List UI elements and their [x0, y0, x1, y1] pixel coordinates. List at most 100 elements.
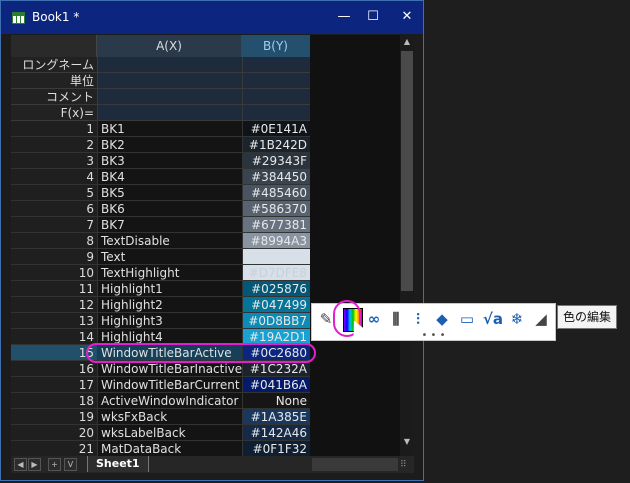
meta-cell[interactable]: [242, 73, 310, 89]
vertical-scrollbar[interactable]: ▲ ▼: [400, 35, 414, 456]
name-cell[interactable]: MatDataBack: [97, 441, 242, 456]
add-sheet-button[interactable]: +: [48, 458, 61, 471]
color-cell[interactable]: #D7DFE8: [242, 265, 310, 281]
row-number[interactable]: 15: [11, 345, 97, 361]
workbook-window: Book1 * — ☐ ✕ A(X) B(Y) ロングネーム 単位 コメント F…: [0, 0, 424, 481]
row-number[interactable]: 21: [11, 441, 97, 456]
sheet-list-button[interactable]: V: [64, 458, 77, 471]
color-cell[interactable]: #1B242D: [242, 137, 310, 153]
row-number[interactable]: 10: [11, 265, 97, 281]
color-cell[interactable]: #0E141A: [242, 121, 310, 137]
meta-row-header[interactable]: F(x)=: [11, 105, 97, 121]
color-cell[interactable]: [242, 249, 310, 265]
row-number[interactable]: 16: [11, 361, 97, 377]
row-number[interactable]: 18: [11, 393, 97, 409]
name-cell[interactable]: WindowTitleBarInactive: [97, 361, 242, 377]
name-cell[interactable]: BK4: [97, 169, 242, 185]
title-bar[interactable]: Book1 * — ☐ ✕: [1, 1, 423, 34]
table-row: 4 BK4 #384450: [11, 169, 310, 185]
freeze-icon[interactable]: ❄: [508, 309, 526, 329]
fill-icon[interactable]: ◢: [532, 309, 550, 329]
meta-row-header[interactable]: コメント: [11, 89, 97, 105]
color-cell[interactable]: #142A46: [242, 425, 310, 441]
row-number[interactable]: 20: [11, 425, 97, 441]
row-number[interactable]: 2: [11, 137, 97, 153]
row-number[interactable]: 17: [11, 377, 97, 393]
tab-sheet1[interactable]: Sheet1: [87, 456, 149, 472]
color-cell[interactable]: #0F1F32: [242, 441, 310, 456]
name-cell[interactable]: Text: [97, 249, 242, 265]
meta-row-header[interactable]: ロングネーム: [11, 57, 97, 73]
formula-icon[interactable]: √a: [482, 309, 504, 329]
chart-data-icon[interactable]: ⫶: [409, 309, 427, 329]
corner-header[interactable]: [11, 35, 97, 57]
row-number[interactable]: 5: [11, 185, 97, 201]
row-number[interactable]: 11: [11, 281, 97, 297]
column-icon[interactable]: ⫼: [387, 309, 405, 329]
name-cell[interactable]: BK2: [97, 137, 242, 153]
horizontal-scrollbar[interactable]: [312, 458, 398, 471]
meta-cell[interactable]: [242, 57, 310, 73]
meta-cell[interactable]: [242, 89, 310, 105]
name-cell[interactable]: BK5: [97, 185, 242, 201]
name-cell[interactable]: BK7: [97, 217, 242, 233]
row-number[interactable]: 7: [11, 217, 97, 233]
color-cell[interactable]: #677381: [242, 217, 310, 233]
prev-sheet-button[interactable]: ◀: [14, 458, 27, 471]
name-cell[interactable]: TextHighlight: [97, 265, 242, 281]
color-cell[interactable]: None: [242, 393, 310, 409]
color-cell[interactable]: #384450: [242, 169, 310, 185]
color-cell[interactable]: #047499: [242, 297, 310, 313]
meta-cell[interactable]: [242, 105, 310, 121]
name-cell[interactable]: BK6: [97, 201, 242, 217]
tag-icon[interactable]: ◆: [433, 309, 451, 329]
resize-grip-icon[interactable]: ⠿: [400, 460, 412, 472]
column-b-header[interactable]: B(Y): [242, 35, 310, 57]
name-cell[interactable]: Highlight3: [97, 313, 242, 329]
row-number[interactable]: 13: [11, 313, 97, 329]
row-number[interactable]: 3: [11, 153, 97, 169]
scroll-thumb[interactable]: [401, 51, 413, 291]
name-cell[interactable]: Highlight1: [97, 281, 242, 297]
column-a-header[interactable]: A(X): [97, 35, 242, 57]
link-icon[interactable]: ∞: [365, 309, 383, 329]
name-cell[interactable]: wksFxBack: [97, 409, 242, 425]
color-cell[interactable]: #1A385E: [242, 409, 310, 425]
color-cell[interactable]: #29343F: [242, 153, 310, 169]
maximize-button[interactable]: ☐: [360, 7, 386, 27]
row-number[interactable]: 8: [11, 233, 97, 249]
name-cell[interactable]: ActiveWindowIndicator: [97, 393, 242, 409]
name-cell[interactable]: TextDisable: [97, 233, 242, 249]
row-number[interactable]: 1: [11, 121, 97, 137]
color-cell[interactable]: #485460: [242, 185, 310, 201]
meta-cell[interactable]: [97, 73, 242, 89]
close-button[interactable]: ✕: [394, 7, 420, 27]
meta-row-header[interactable]: 単位: [11, 73, 97, 89]
row-number[interactable]: 4: [11, 169, 97, 185]
color-cell[interactable]: #1C232A: [242, 361, 310, 377]
color-cell[interactable]: #041B6A: [242, 377, 310, 393]
name-cell[interactable]: BK1: [97, 121, 242, 137]
row-number[interactable]: 19: [11, 409, 97, 425]
name-cell[interactable]: Highlight2: [97, 297, 242, 313]
name-cell[interactable]: wksLabelBack: [97, 425, 242, 441]
worksheet-grid[interactable]: A(X) B(Y) ロングネーム 単位 コメント F(x)= 1 BK1 #0E…: [11, 35, 310, 456]
color-cell[interactable]: #025876: [242, 281, 310, 297]
row-number[interactable]: 6: [11, 201, 97, 217]
row-number[interactable]: 9: [11, 249, 97, 265]
name-cell[interactable]: BK3: [97, 153, 242, 169]
color-cell[interactable]: #0D8BB7: [242, 313, 310, 329]
meta-cell[interactable]: [97, 57, 242, 73]
scroll-up-icon[interactable]: ▲: [400, 35, 414, 49]
meta-cell[interactable]: [97, 105, 242, 121]
meta-cell[interactable]: [97, 89, 242, 105]
row-number[interactable]: 12: [11, 297, 97, 313]
minimize-button[interactable]: —: [331, 7, 357, 27]
color-cell[interactable]: #8994A3: [242, 233, 310, 249]
next-sheet-button[interactable]: ▶: [28, 458, 41, 471]
color-cell[interactable]: #586370: [242, 201, 310, 217]
scroll-down-icon[interactable]: ▼: [400, 435, 414, 449]
name-cell[interactable]: WindowTitleBarCurrent: [97, 377, 242, 393]
comment-icon[interactable]: ▭: [458, 309, 476, 329]
row-number[interactable]: 14: [11, 329, 97, 345]
